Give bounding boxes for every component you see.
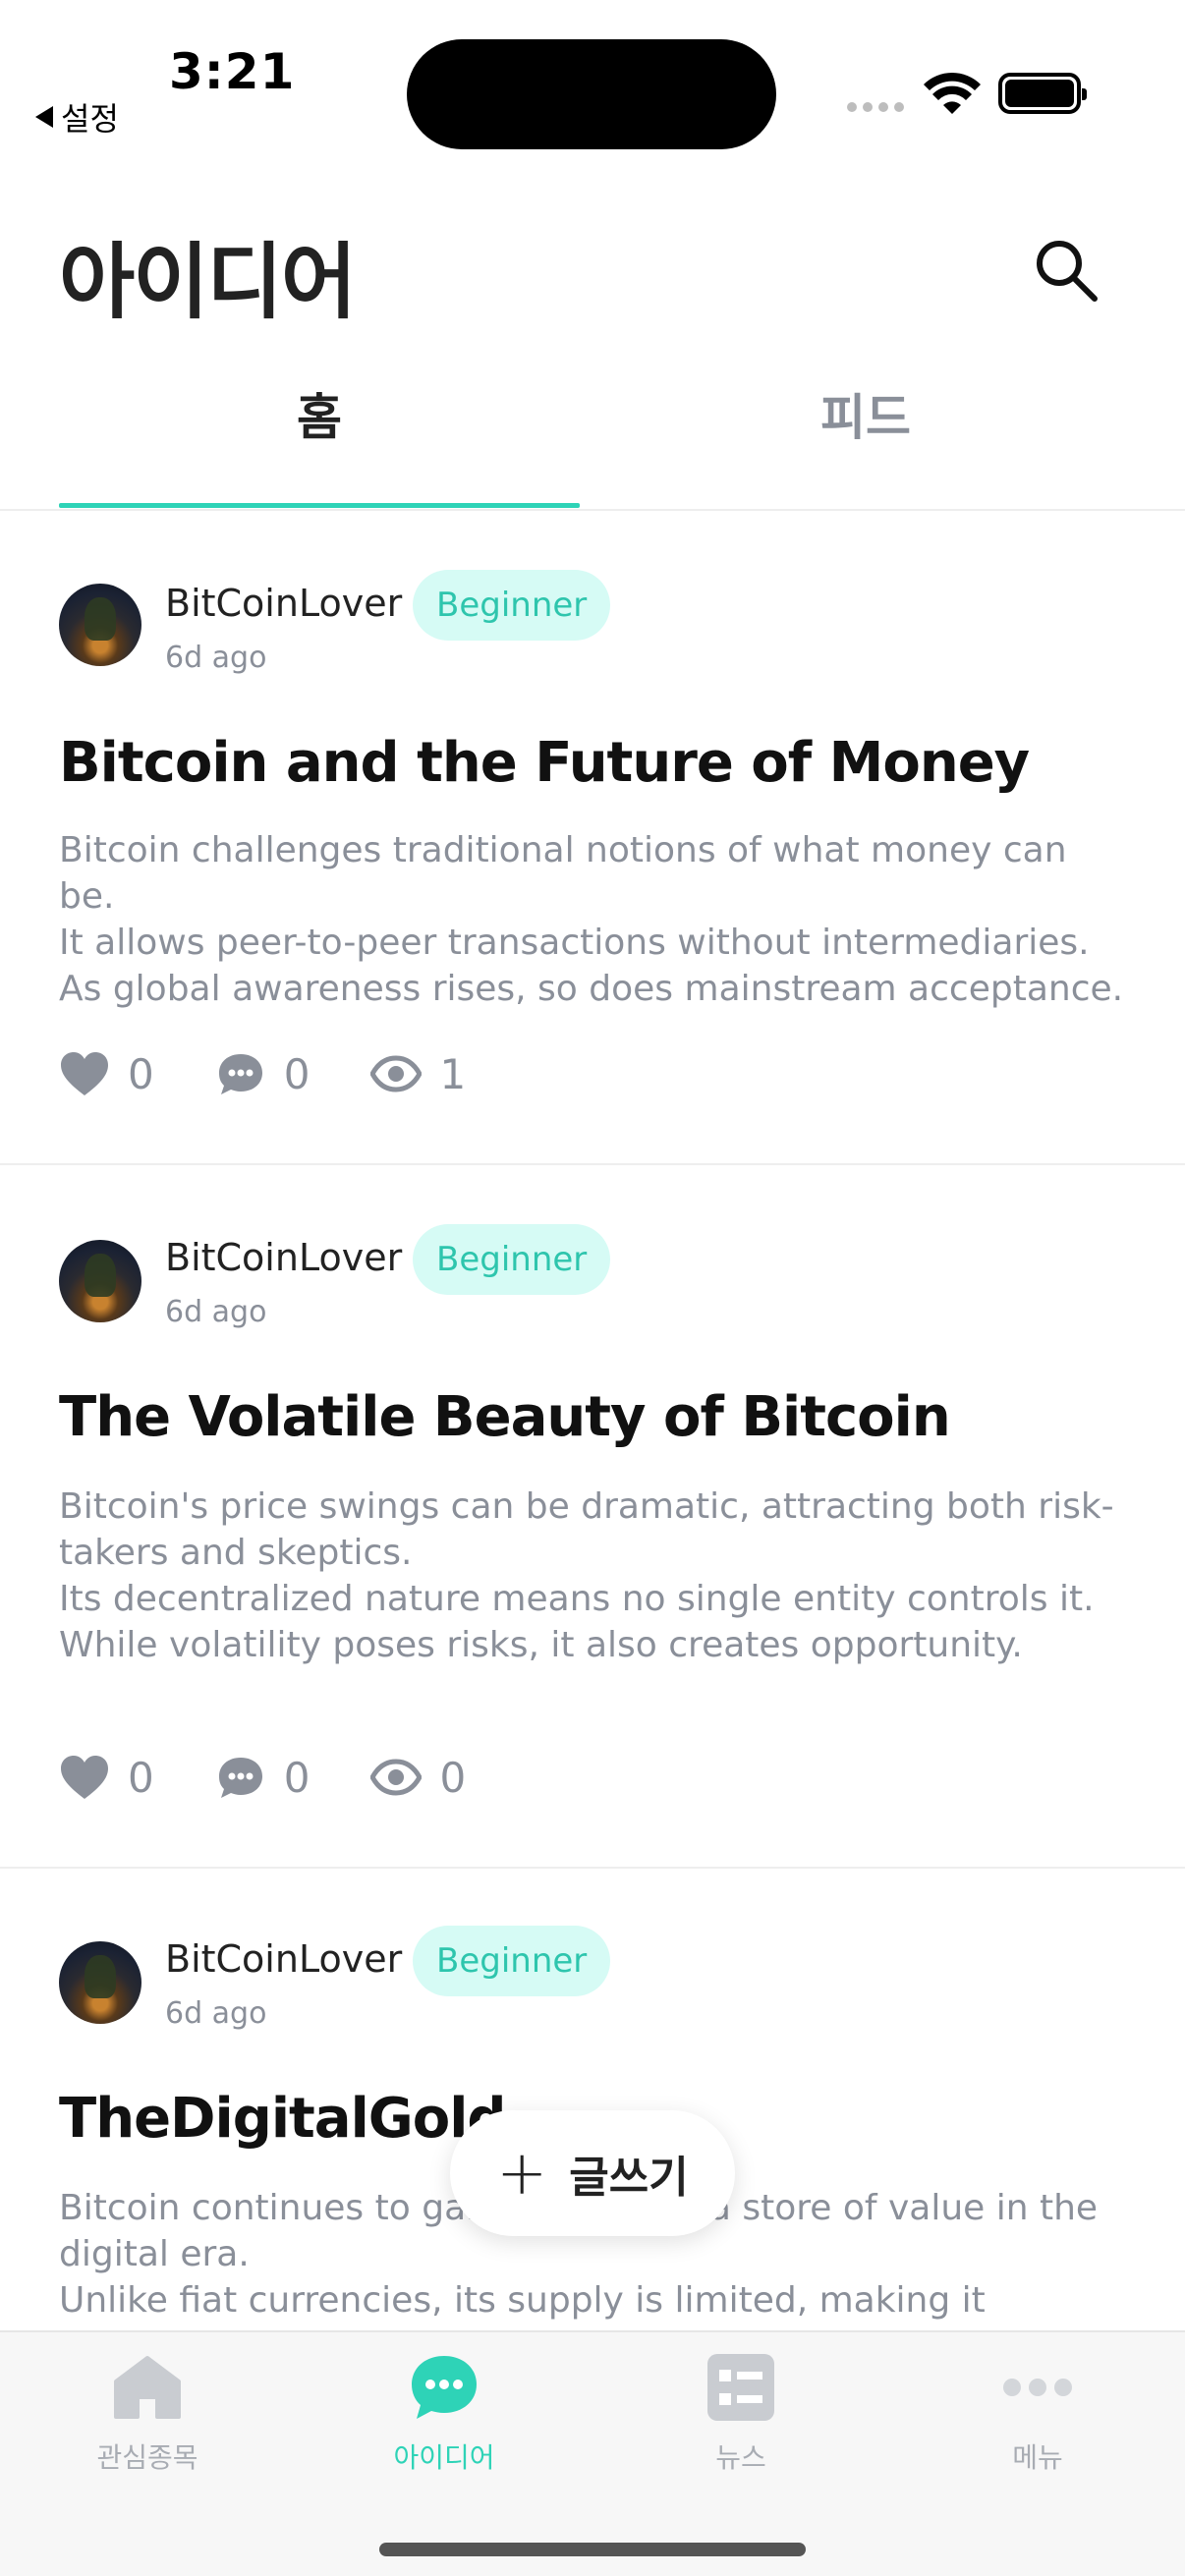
more-dots-icon [1002,2352,1073,2423]
tab-feed[interactable]: 피드 [605,364,1126,511]
tab-home[interactable]: 홈 [59,364,580,511]
active-tab-indicator [59,503,580,508]
nav-ideas[interactable]: 아이디어 [297,2352,592,2476]
search-button[interactable] [1032,236,1100,305]
level-badge: Beginner [413,1926,611,1996]
author-name[interactable]: BitCoinLover [165,582,402,625]
avatar[interactable] [59,1941,141,2024]
post-body[interactable]: Bitcoin's price swings can be dramatic, … [59,1484,1130,1668]
post-time: 6d ago [165,641,267,675]
nav-label: 메뉴 [1012,2441,1063,2474]
comment-icon [218,1054,262,1094]
nav-label: 관심종목 [96,2441,198,2474]
post-body-line: While volatility poses risks, it also cr… [59,1625,1023,1665]
like-button[interactable]: 0 [59,1050,154,1098]
news-list-icon [705,2352,776,2423]
post-time: 6d ago [165,1295,267,1329]
level-badge: Beginner [413,570,611,641]
comment-icon [218,1758,262,1798]
search-icon [1037,241,1098,302]
eye-icon [370,1055,423,1092]
post-body-line: Bitcoin's price swings can be dramatic, … [59,1486,1114,1573]
view-stat: 0 [370,1754,466,1802]
post-body-line: As global awareness rises, so does mains… [59,969,1124,1009]
level-badge: Beginner [413,1224,611,1295]
like-count: 0 [128,1753,154,1802]
heart-icon [61,1052,108,1095]
write-post-label: 글쓰기 [569,2153,689,2203]
avatar[interactable] [59,1240,141,1322]
post-card[interactable]: BitCoinLover Beginner 6d ago Bitcoin and… [0,513,1185,1165]
like-button[interactable]: 0 [59,1754,154,1802]
plus-icon: + [496,2137,548,2209]
post-body-line: Its decentralized nature means no single… [59,1579,1095,1619]
chat-bubble-icon [409,2352,480,2423]
page-title: 아이디어 [59,234,357,330]
status-time: 3:21 [169,43,296,100]
author-name[interactable]: BitCoinLover [165,1937,402,1981]
comment-count: 0 [283,1753,310,1802]
comment-button[interactable]: 0 [215,1754,310,1802]
nav-menu[interactable]: 메뉴 [890,2352,1185,2476]
cellular-signal-icon [847,102,904,112]
post-body-line: Bitcoin challenges traditional notions o… [59,830,1067,917]
author-name[interactable]: BitCoinLover [165,1236,402,1279]
nav-news[interactable]: 뉴스 [593,2352,888,2476]
post-time: 6d ago [165,1996,267,2031]
post-body-line: Unlike fiat currencies, its supply is li… [59,2280,986,2332]
post-card[interactable]: BitCoinLover Beginner 6d ago TheDigitalG… [0,1871,1185,2332]
home-icon [112,2352,183,2423]
post-stats: 0 0 0 [59,1753,527,1802]
back-to-app-link[interactable]: 설정 [35,94,119,140]
post-stats: 0 0 1 [59,1049,527,1098]
like-count: 0 [128,1049,154,1098]
home-indicator[interactable] [379,2543,806,2556]
back-arrow-icon [35,106,53,128]
avatar[interactable] [59,584,141,666]
view-count: 0 [439,1753,467,1802]
post-body-line: It allows peer-to-peer transactions with… [59,923,1090,963]
post-body[interactable]: Bitcoin challenges traditional notions o… [59,827,1130,1012]
status-bar: 3:21 설정 [0,0,1185,157]
post-title[interactable]: Bitcoin and the Future of Money [59,731,1030,795]
post-card[interactable]: BitCoinLover Beginner 6d ago The Volatil… [0,1167,1185,1869]
back-app-label: 설정 [61,100,119,138]
nav-label: 아이디어 [393,2441,495,2474]
heart-icon [61,1756,108,1799]
comment-count: 0 [283,1049,310,1098]
dynamic-island [407,39,776,149]
post-title[interactable]: The Volatile Beauty of Bitcoin [59,1385,951,1449]
write-post-button[interactable]: + 글쓰기 [450,2110,735,2236]
view-count: 1 [439,1049,467,1098]
battery-icon [998,73,1087,114]
nav-label: 뉴스 [715,2441,766,2474]
wifi-icon [924,72,981,114]
post-title[interactable]: TheDigitalGold [59,2087,506,2151]
bottom-tab-bar: 관심종목 아이디어 뉴스 메뉴 [0,2330,1185,2576]
eye-icon [370,1759,423,1796]
nav-watchlist[interactable]: 관심종목 [0,2352,295,2476]
comment-button[interactable]: 0 [215,1050,310,1098]
view-stat: 1 [370,1050,466,1098]
idea-tabs: 홈 피드 [0,364,1185,511]
